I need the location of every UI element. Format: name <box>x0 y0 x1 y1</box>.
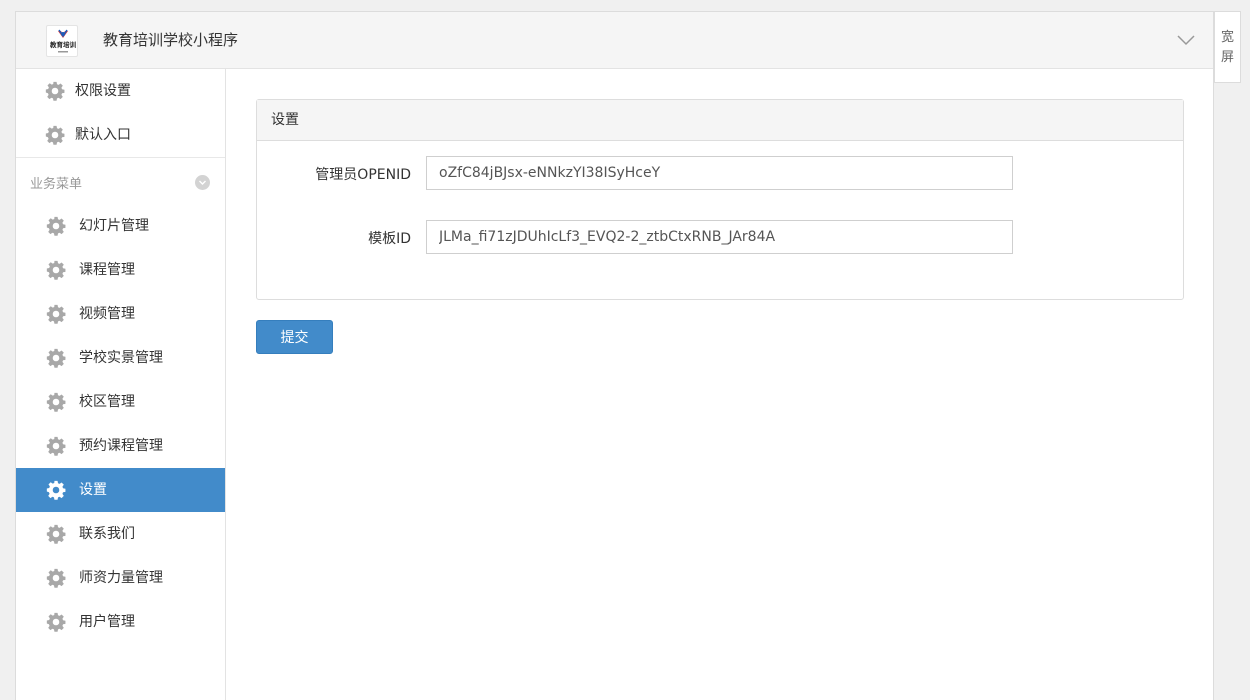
gear-icon <box>45 435 67 457</box>
sidebar-item-label: 课程管理 <box>79 262 135 278</box>
sidebar-item-contact-us[interactable]: 联系我们 <box>16 512 225 556</box>
app-logo: 教育培训 <box>46 25 78 57</box>
app-frame: 教育培训 教育培训学校小程序 权限设置 默认入口 业务菜单 幻灯片管理 课程管理… <box>15 11 1214 700</box>
sidebar-item-settings[interactable]: 设置 <box>16 468 225 512</box>
widescreen-label-1: 宽 <box>1220 30 1234 45</box>
sidebar-item-label: 视频管理 <box>79 306 135 322</box>
sidebar-item-label: 默认入口 <box>75 127 131 143</box>
gear-icon <box>45 523 67 545</box>
widescreen-label-2: 屏 <box>1220 50 1234 65</box>
sidebar-item-courses[interactable]: 课程管理 <box>16 248 225 292</box>
sidebar-item-label: 权限设置 <box>75 83 131 99</box>
submit-button[interactable]: 提交 <box>256 320 333 354</box>
gear-icon <box>44 80 66 102</box>
sidebar-item-label: 预约课程管理 <box>79 438 163 454</box>
sidebar-item-users[interactable]: 用户管理 <box>16 600 225 644</box>
gear-icon <box>45 303 67 325</box>
gear-icon <box>45 259 67 281</box>
sidebar-item-label: 校区管理 <box>79 394 135 410</box>
template-id-input[interactable] <box>426 220 1013 254</box>
sidebar-item-label: 学校实景管理 <box>79 350 163 366</box>
gear-icon <box>45 391 67 413</box>
sidebar-item-label: 用户管理 <box>79 614 135 630</box>
openid-input[interactable] <box>426 156 1013 190</box>
form-row-openid: 管理员OPENID <box>257 156 1183 190</box>
sidebar-item-permissions[interactable]: 权限设置 <box>16 69 225 113</box>
section-toggle-icon[interactable] <box>195 175 210 190</box>
sidebar-item-campuses[interactable]: 校区管理 <box>16 380 225 424</box>
gear-icon <box>45 215 67 237</box>
top-bar: 教育培训 教育培训学校小程序 <box>16 12 1213 69</box>
gear-icon <box>45 611 67 633</box>
sidebar-item-default-entry[interactable]: 默认入口 <box>16 113 225 157</box>
sidebar-item-label: 联系我们 <box>79 526 135 542</box>
logo-text: 教育培训 <box>49 40 77 49</box>
gear-icon <box>45 347 67 369</box>
openid-label: 管理员OPENID <box>315 167 411 183</box>
sidebar-section-business: 业务菜单 <box>16 158 225 204</box>
sidebar-item-course-bookings[interactable]: 预约课程管理 <box>16 424 225 468</box>
app-title: 教育培训学校小程序 <box>103 31 239 49</box>
form-row-template-id: 模板ID <box>257 220 1183 254</box>
panel-title: 设置 <box>257 100 1183 141</box>
sidebar-item-slides[interactable]: 幻灯片管理 <box>16 204 225 248</box>
gear-icon <box>45 567 67 589</box>
widescreen-toggle[interactable]: 宽 屏 <box>1214 11 1241 83</box>
sidebar-item-label: 幻灯片管理 <box>79 218 149 234</box>
chevron-down-icon[interactable] <box>1174 28 1198 52</box>
sidebar-item-label: 师资力量管理 <box>79 570 163 586</box>
gear-icon <box>44 124 66 146</box>
sidebar-item-teachers[interactable]: 师资力量管理 <box>16 556 225 600</box>
sidebar-section-title: 业务菜单 <box>30 177 83 192</box>
sidebar-item-campus-scenes[interactable]: 学校实景管理 <box>16 336 225 380</box>
main-content: 设置 管理员OPENID 模板ID 提交 <box>226 69 1213 700</box>
settings-panel: 设置 管理员OPENID 模板ID <box>256 99 1184 300</box>
sidebar: 权限设置 默认入口 业务菜单 幻灯片管理 课程管理 视频管理 学校实景管理 校区… <box>16 69 226 700</box>
sidebar-item-videos[interactable]: 视频管理 <box>16 292 225 336</box>
template-id-label: 模板ID <box>368 231 411 247</box>
gear-icon <box>45 479 67 501</box>
sidebar-item-label: 设置 <box>79 482 107 498</box>
